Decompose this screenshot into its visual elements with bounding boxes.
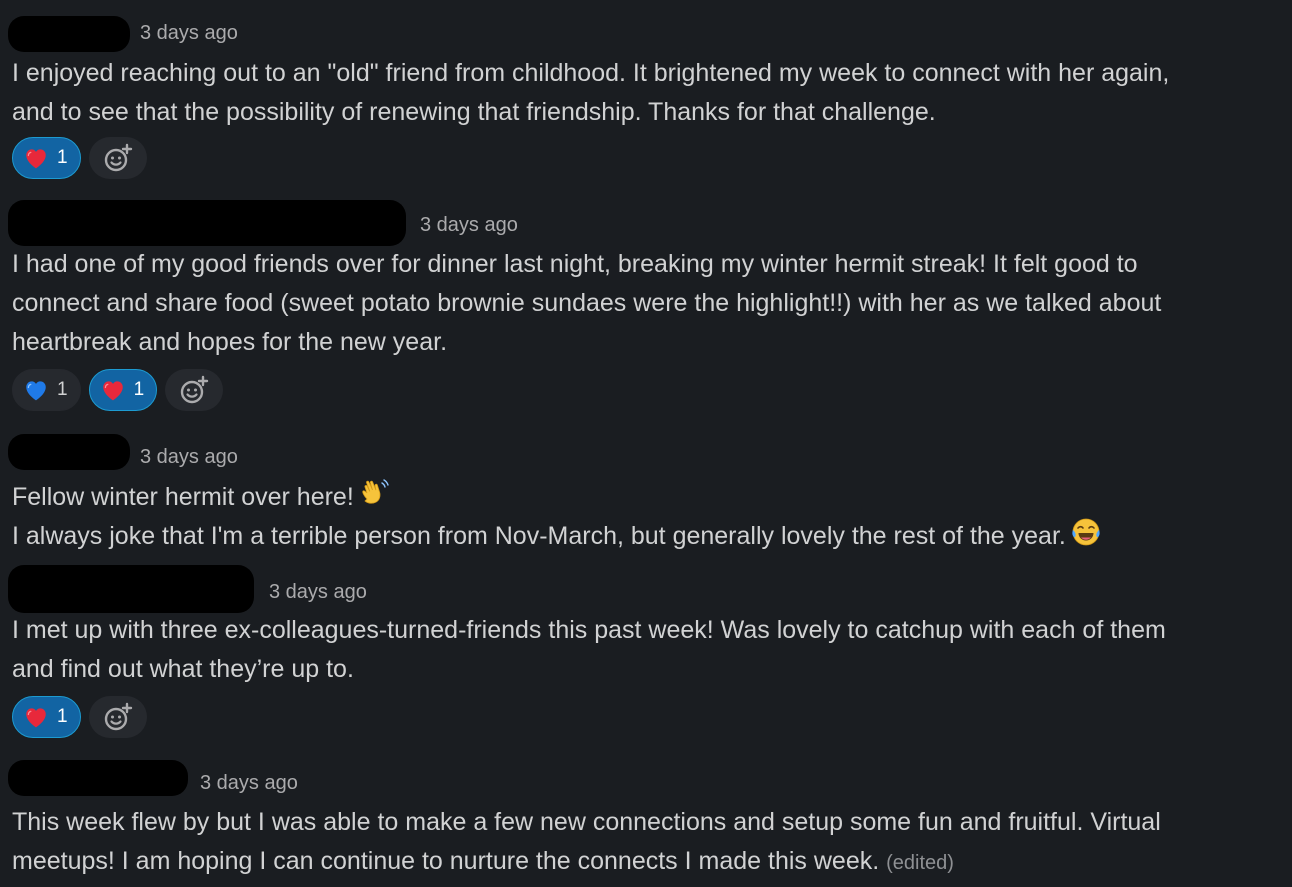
redacted-username[interactable] — [8, 16, 130, 52]
message: 3 days ago I enjoyed reaching out to an … — [0, 16, 1292, 186]
message-line: heartbreak and hopes for the new year. — [12, 328, 448, 356]
redacted-username[interactable] — [8, 565, 254, 613]
message-body: I met up with three ex-colleagues-turned… — [12, 611, 1166, 689]
add-reaction-icon — [104, 143, 132, 172]
message-timestamp[interactable]: 3 days ago — [200, 772, 298, 795]
reaction-bar: 1 1 — [12, 369, 224, 411]
reaction-count: 1 — [57, 147, 68, 168]
reaction-red-heart[interactable]: 1 — [12, 137, 81, 179]
reaction-count: 1 — [133, 379, 145, 400]
red-heart-icon — [26, 708, 46, 728]
message-line: connect and share food (sweet potato bro… — [12, 289, 1162, 317]
redacted-username[interactable] — [8, 434, 130, 470]
reaction-count: 1 — [57, 706, 68, 727]
add-reaction-button[interactable] — [165, 369, 224, 411]
add-reaction-icon — [180, 375, 209, 404]
message: 3 days ago This week flew by but I was a… — [0, 760, 1292, 885]
message-timestamp[interactable]: 3 days ago — [140, 446, 238, 469]
message-line: I always joke that I'm a terrible person… — [12, 516, 1102, 555]
message-header: 3 days ago — [8, 200, 908, 246]
add-reaction-button[interactable] — [88, 696, 147, 738]
message-header: 3 days ago — [8, 434, 908, 470]
message-timestamp[interactable]: 3 days ago — [140, 22, 238, 45]
message-body: I enjoyed reaching out to an "old" frien… — [12, 54, 1169, 132]
message-line: I met up with three ex-colleagues-turned… — [12, 616, 1166, 644]
message-body: I had one of my good friends over for di… — [12, 245, 1161, 362]
add-reaction-button[interactable] — [88, 137, 147, 179]
red-heart-icon — [102, 381, 123, 401]
message-body: This week flew by but I was able to make… — [12, 803, 1161, 881]
message-line: I had one of my good friends over for di… — [12, 250, 1138, 278]
message-line: This week flew by but I was able to make… — [12, 808, 1161, 836]
message-line-text: meetups! I am hoping I can continue to n… — [12, 847, 880, 875]
red-heart-icon — [26, 149, 46, 169]
message: 3 days ago I had one of my good friends … — [0, 200, 1292, 415]
message-line: Fellow winter hermit over here! — [12, 477, 1102, 516]
message-body: Fellow winter hermit over here! I always… — [12, 477, 1102, 555]
message-header: 3 days ago — [8, 565, 908, 613]
message: 3 days ago Fellow winter hermit over her… — [0, 434, 1292, 560]
message-timestamp[interactable]: 3 days ago — [420, 214, 518, 237]
redacted-username[interactable] — [8, 760, 188, 796]
message-line: and to see that the possibility of renew… — [12, 98, 936, 126]
message-line: and find out what they’re up to. — [12, 655, 354, 683]
message: 3 days ago I met up with three ex-collea… — [0, 565, 1292, 740]
reaction-red-heart[interactable]: 1 — [12, 696, 81, 738]
message-line-text: I always joke that I'm a terrible person… — [12, 522, 1066, 550]
reaction-bar: 1 — [12, 137, 147, 179]
waving-hand-icon — [362, 479, 389, 504]
edited-label: (edited) — [886, 852, 954, 874]
reaction-red-heart[interactable]: 1 — [88, 369, 158, 411]
message-header: 3 days ago — [8, 760, 908, 796]
add-reaction-icon — [104, 702, 132, 731]
tears-of-joy-icon — [1072, 518, 1100, 546]
blue-heart-icon — [26, 381, 46, 401]
message-thread: 3 days ago I enjoyed reaching out to an … — [0, 0, 1292, 887]
message-line: meetups! I am hoping I can continue to n… — [12, 842, 1161, 881]
reaction-count: 1 — [57, 379, 68, 400]
message-line: I enjoyed reaching out to an "old" frien… — [12, 59, 1170, 87]
message-line-text: Fellow winter hermit over here! — [12, 483, 354, 511]
message-header: 3 days ago — [8, 16, 908, 52]
reaction-bar: 1 — [12, 696, 147, 738]
reaction-blue-heart[interactable]: 1 — [12, 369, 81, 411]
message-timestamp[interactable]: 3 days ago — [269, 581, 367, 604]
redacted-username[interactable] — [8, 200, 406, 246]
